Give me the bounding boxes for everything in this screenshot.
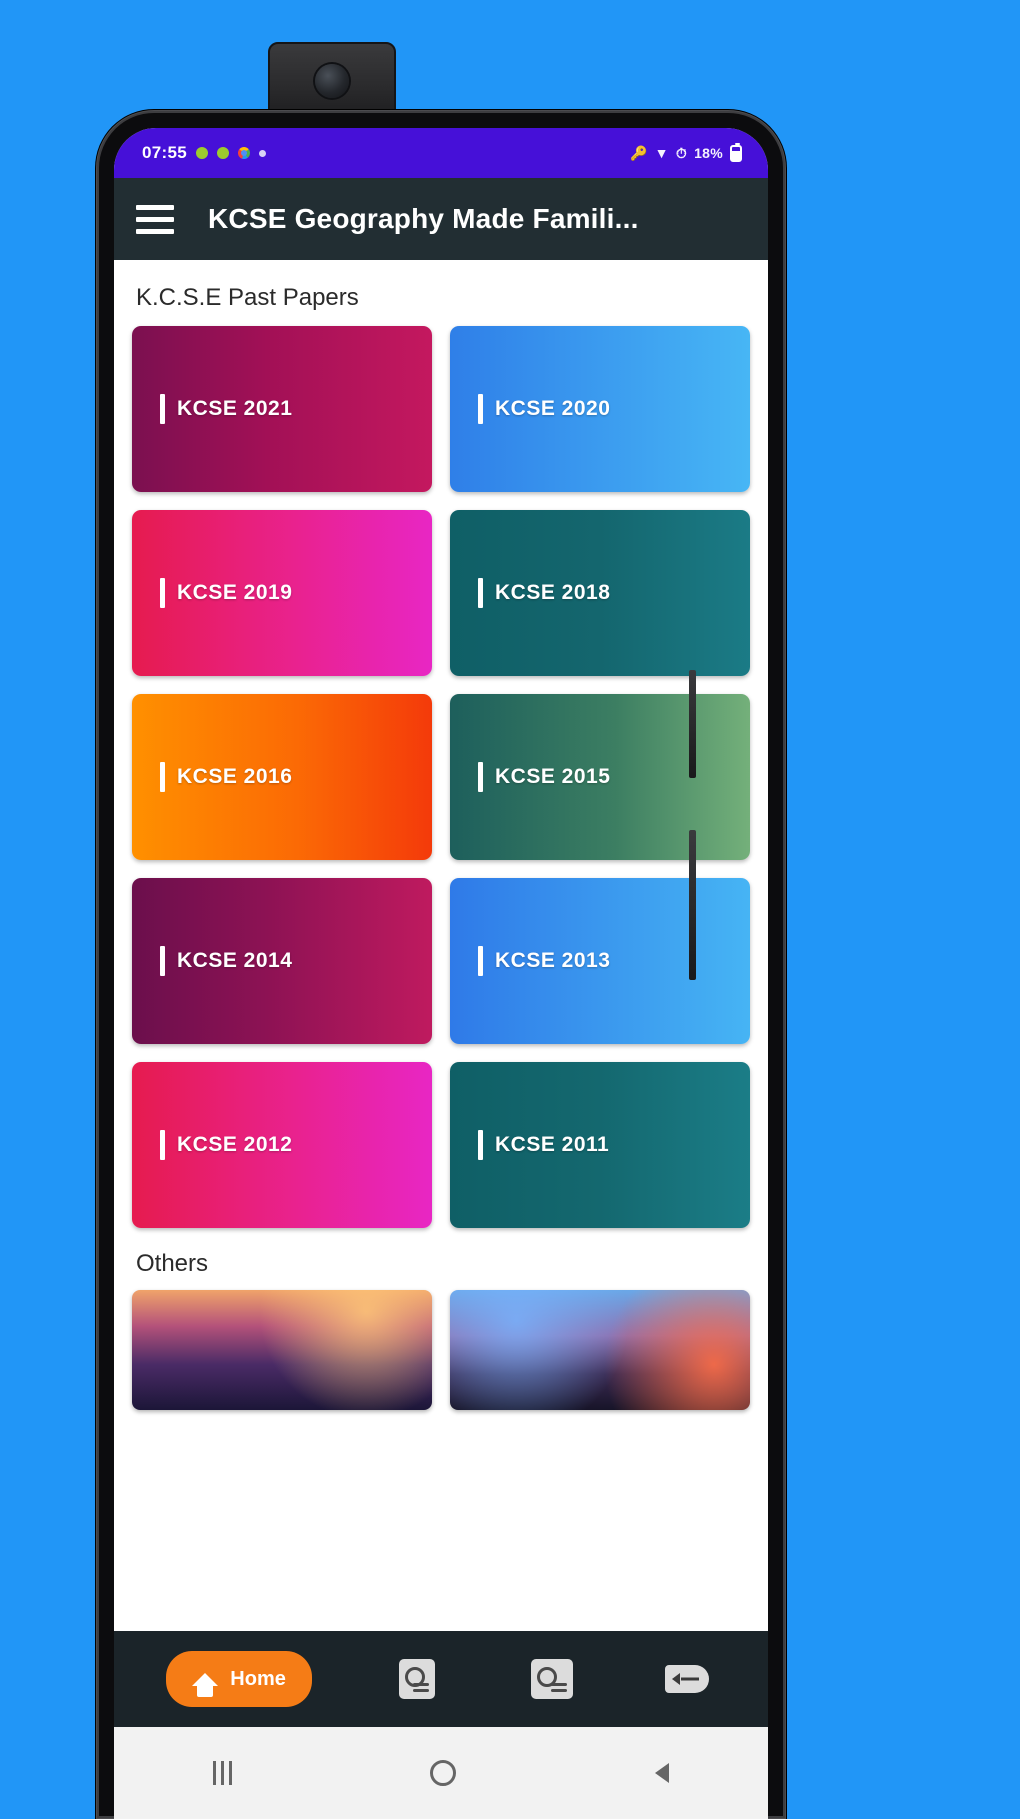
section-heading-others: Others	[136, 1250, 209, 1277]
bottom-navigation-bar: Home	[114, 1631, 768, 1727]
back-chevron-icon[interactable]	[654, 1763, 669, 1783]
status-bar-left: 07:55	[142, 143, 266, 163]
nav-item-home[interactable]: Home	[166, 1651, 312, 1707]
nav-item-notes[interactable]	[388, 1650, 446, 1708]
chrome-icon	[237, 147, 250, 159]
past-papers-grid: KCSE 2021 KCSE 2020 KCSE 2019 KCSE 2018 …	[132, 326, 750, 1228]
status-bar-time: 07:55	[142, 143, 187, 162]
small-dot-icon	[258, 149, 266, 157]
card-kcse-2014[interactable]: KCSE 2014	[132, 878, 432, 1044]
phone-screen: 07:55 🔑 ▼ ⏱ 18% KCSE Geography Made Fami…	[114, 128, 768, 1819]
notes-icon	[399, 1659, 436, 1699]
battery-percent-label: 18%	[694, 145, 723, 161]
hamburger-menu-icon[interactable]	[136, 204, 174, 234]
camera-lens-icon	[315, 64, 349, 98]
section-heading-past-papers: K.C.S.E Past Papers	[136, 284, 359, 311]
card-label: KCSE 2018	[495, 581, 611, 604]
status-bar-right: 🔑 ▼ ⏱ 18%	[629, 142, 742, 162]
card-kcse-2015[interactable]: KCSE 2015	[450, 694, 750, 860]
others-grid	[132, 1290, 750, 1410]
card-kcse-2012[interactable]: KCSE 2012	[132, 1062, 432, 1228]
card-kcse-2020[interactable]: KCSE 2020	[450, 326, 750, 492]
alarm-icon: ⏱	[675, 144, 688, 161]
nav-item-back[interactable]	[658, 1650, 716, 1708]
card-accent-bar	[478, 394, 483, 424]
card-accent-bar	[478, 762, 483, 792]
card-accent-bar	[160, 1130, 165, 1160]
card-label: KCSE 2013	[495, 949, 611, 972]
hamburger-line	[136, 228, 174, 234]
nav-item-book[interactable]	[523, 1650, 581, 1708]
card-label: KCSE 2021	[177, 397, 293, 420]
card-kcse-2011[interactable]: KCSE 2011	[450, 1062, 750, 1228]
card-label: KCSE 2014	[177, 949, 293, 972]
book-icon	[531, 1659, 574, 1699]
power-button[interactable]	[689, 830, 696, 980]
home-icon	[192, 1672, 219, 1697]
hamburger-line	[136, 204, 174, 210]
card-kcse-2013[interactable]: KCSE 2013	[450, 878, 750, 1044]
card-label: KCSE 2019	[177, 581, 293, 604]
status-bar: 07:55 🔑 ▼ ⏱ 18%	[114, 128, 768, 178]
vpn-key-icon: 🔑	[629, 144, 648, 161]
card-accent-bar	[160, 946, 165, 976]
green-dot-icon	[195, 147, 208, 159]
volume-button[interactable]	[689, 670, 696, 778]
card-label: KCSE 2016	[177, 765, 293, 788]
recents-icon[interactable]	[213, 1761, 233, 1785]
landscape-thumbnail-b[interactable]	[450, 1290, 750, 1410]
card-accent-bar	[160, 762, 165, 792]
phone-device-frame: 07:55 🔑 ▼ ⏱ 18% KCSE Geography Made Fami…	[96, 110, 786, 1819]
card-label: KCSE 2011	[495, 1133, 610, 1156]
system-navigation-bar	[114, 1727, 768, 1819]
card-label: KCSE 2015	[495, 765, 611, 788]
card-kcse-2019[interactable]: KCSE 2019	[132, 510, 432, 676]
card-label: KCSE 2012	[177, 1133, 293, 1156]
card-accent-bar	[160, 578, 165, 608]
nav-item-label: Home	[230, 1667, 286, 1690]
card-kcse-2018[interactable]: KCSE 2018	[450, 510, 750, 676]
green-dot-icon	[216, 147, 229, 159]
page-title: KCSE Geography Made Famili...	[208, 203, 639, 234]
card-accent-bar	[478, 578, 483, 608]
card-kcse-2016[interactable]: KCSE 2016	[132, 694, 432, 860]
card-kcse-2021[interactable]: KCSE 2021	[132, 326, 432, 492]
wifi-icon: ▼	[654, 145, 669, 161]
card-label: KCSE 2020	[495, 397, 611, 420]
card-accent-bar	[160, 394, 165, 424]
card-accent-bar	[478, 946, 483, 976]
back-arrow-icon	[664, 1665, 709, 1693]
hamburger-line	[136, 216, 174, 222]
app-bar: KCSE Geography Made Famili...	[114, 178, 768, 260]
home-circle-icon[interactable]	[430, 1760, 457, 1786]
popup-camera-module	[268, 42, 396, 120]
battery-icon	[730, 142, 742, 162]
main-content: K.C.S.E Past Papers KCSE 2021 KCSE 2020 …	[114, 260, 768, 1631]
card-accent-bar	[478, 1130, 483, 1160]
landscape-thumbnail-a[interactable]	[132, 1290, 432, 1410]
